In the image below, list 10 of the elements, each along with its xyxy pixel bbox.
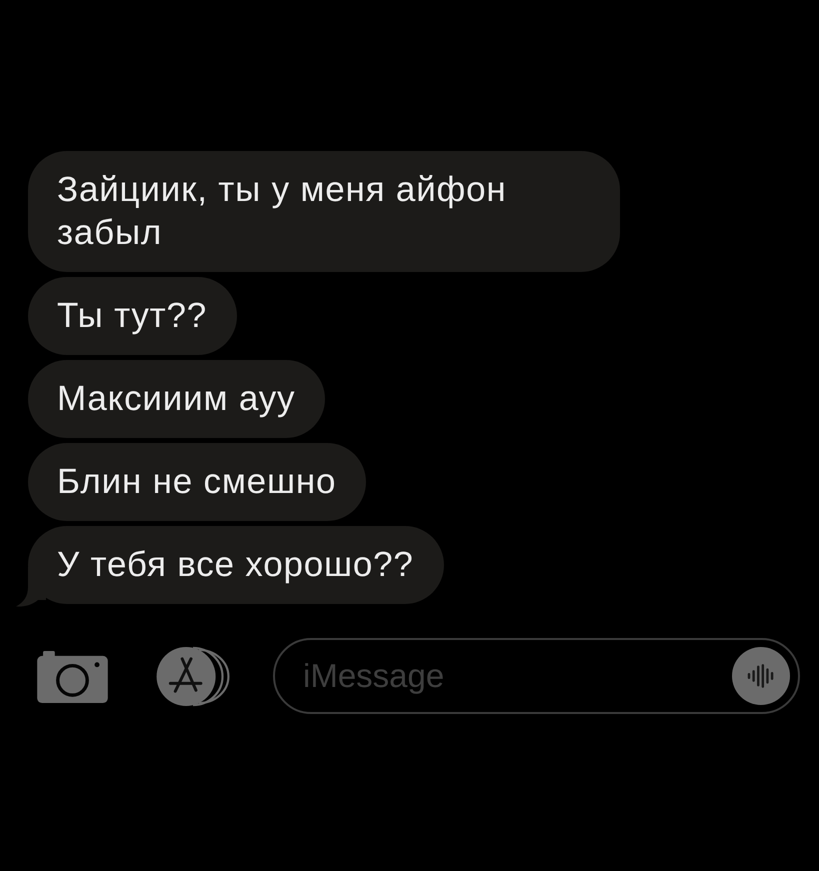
message-bubble: Зайциик, ты у меня айфон забыл (28, 151, 620, 272)
waveform-icon (746, 664, 776, 688)
message-bubble: У тебя все хорошо?? (28, 526, 444, 604)
camera-icon[interactable] (37, 650, 108, 702)
apps-icon[interactable] (155, 646, 231, 706)
message-bubble: Ты тут?? (28, 277, 238, 355)
voice-message-button[interactable] (732, 647, 790, 705)
message-input-field[interactable]: iMessage (273, 638, 800, 714)
message-bubble: Максииим ауу (28, 360, 326, 438)
message-bubble: Блин не смешно (28, 443, 366, 521)
